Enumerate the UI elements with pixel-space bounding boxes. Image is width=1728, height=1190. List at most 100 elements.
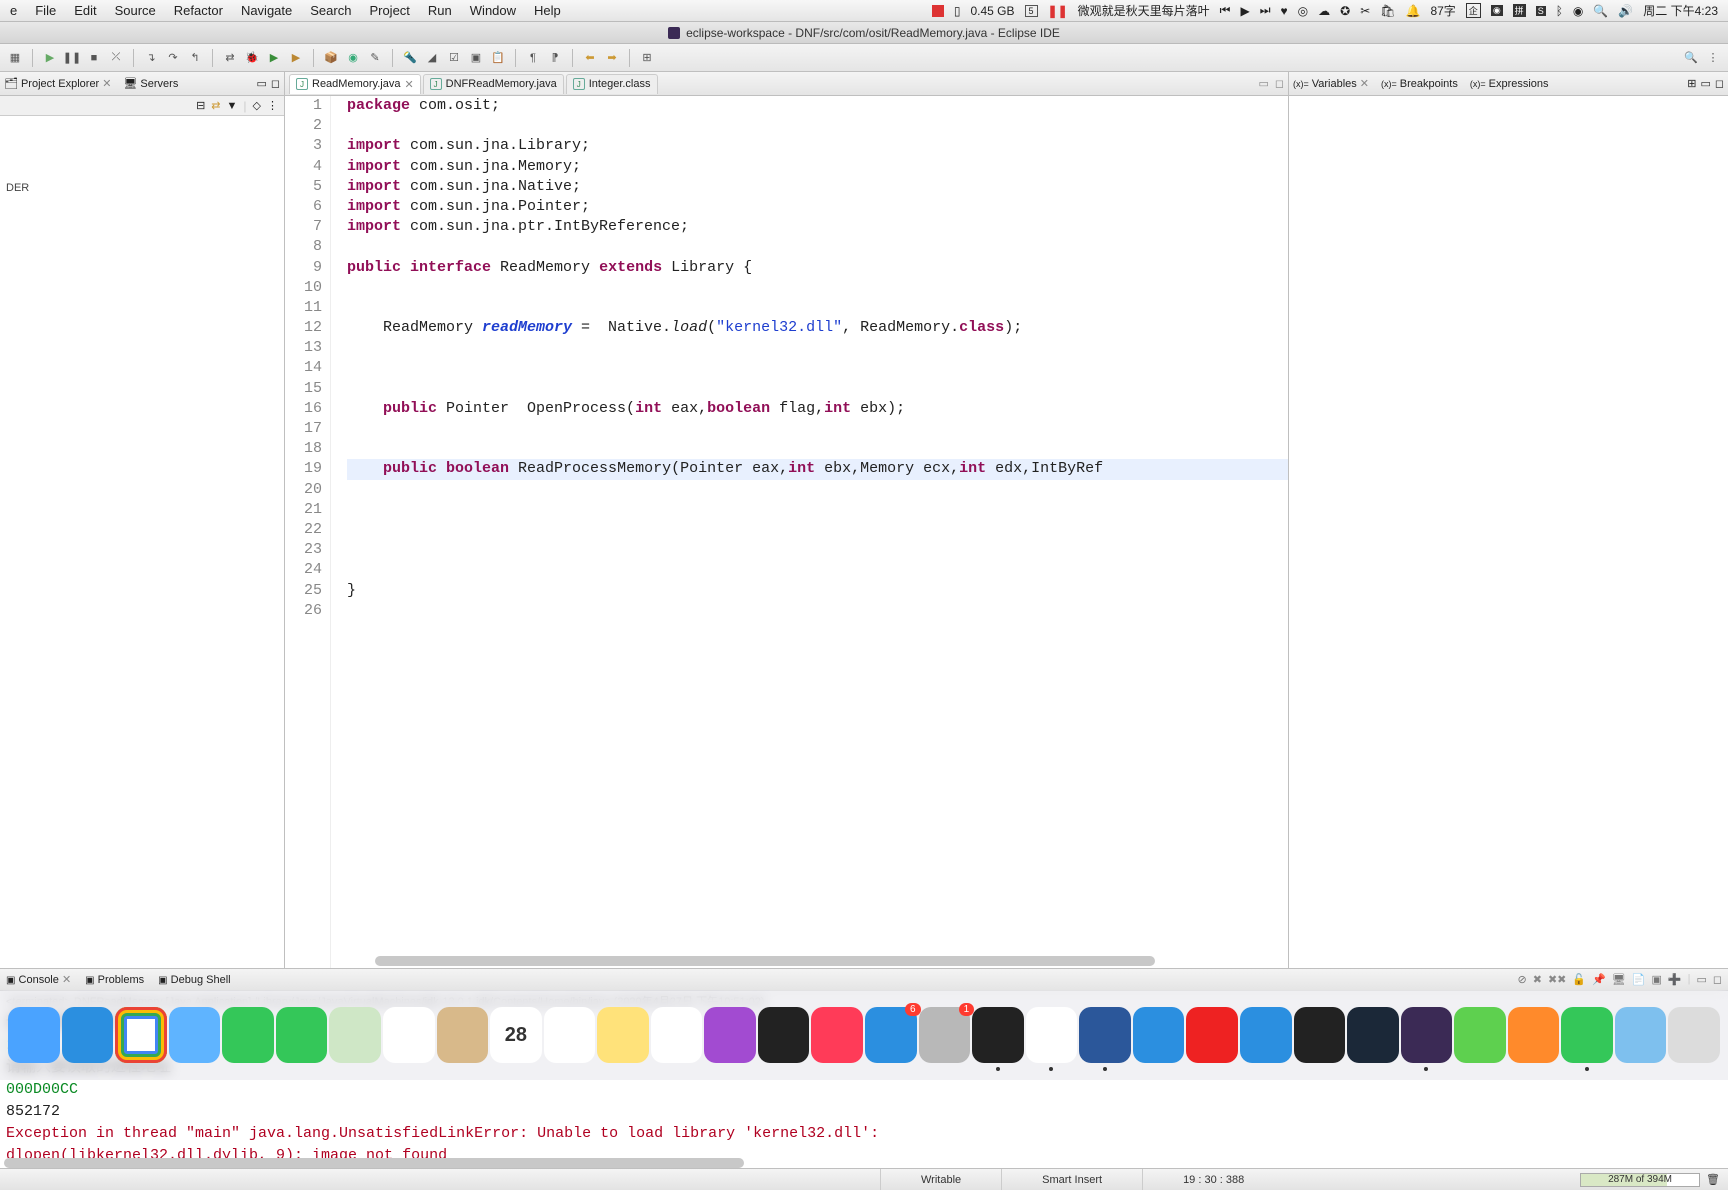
right-maximize-icon[interactable]: ◻ (1715, 77, 1724, 90)
source-text[interactable]: package com.osit; import com.sun.jna.Lib… (343, 96, 1288, 968)
dock-app-qq[interactable] (1026, 1007, 1078, 1063)
tb-coverage-icon[interactable]: ▶ (287, 49, 305, 67)
dock-app-settings[interactable]: 1 (919, 1007, 971, 1063)
dock-app-music[interactable] (651, 1007, 703, 1063)
tb-disconnect-icon[interactable]: ⤫ (107, 49, 125, 67)
console-hscrollbar[interactable] (0, 1158, 1728, 1168)
heart-icon[interactable]: ♥ (1281, 4, 1288, 18)
collapse-all-icon[interactable]: ⊟ (196, 99, 205, 112)
editor-minimize-icon[interactable]: ▭ (1258, 77, 1268, 90)
dock-app-facetime[interactable] (222, 1007, 274, 1063)
dock-app-safari[interactable] (62, 1007, 114, 1063)
servers-tab[interactable]: 🖥 Servers (123, 77, 178, 90)
dock-app-quicktime[interactable] (1294, 1007, 1346, 1063)
mac-menu-navigate[interactable]: Navigate (241, 3, 292, 18)
tb-back-icon[interactable]: ⬅ (581, 49, 599, 67)
dock-app-player[interactable] (1454, 1007, 1506, 1063)
mac-menu-refactor[interactable]: Refactor (174, 3, 223, 18)
tb-stepreturn-icon[interactable]: ↰ (186, 49, 204, 67)
dock-app-calendar[interactable]: 28 (490, 1007, 542, 1063)
mac-menu-e[interactable]: e (10, 3, 17, 18)
dock-app-steam[interactable] (1347, 1007, 1399, 1063)
cloud-icon[interactable]: ☁ (1318, 4, 1330, 18)
project-explorer-body[interactable]: DER (0, 116, 284, 968)
mac-menu-search[interactable]: Search (310, 3, 351, 18)
close-icon[interactable]: ✕ (62, 974, 71, 986)
status-icon-1[interactable]: 企 (1466, 3, 1481, 18)
dock-app-messages[interactable] (276, 1007, 328, 1063)
tb-suspend-icon[interactable]: ❚❚ (63, 49, 81, 67)
folder-item[interactable]: DER (6, 182, 278, 194)
bell-icon[interactable]: 🔔 (1405, 4, 1420, 18)
volume-icon[interactable]: 🔊 (1618, 4, 1633, 18)
bottom-tab-problems[interactable]: ▣ Problems (85, 974, 144, 986)
maximize-icon[interactable]: ◻ (271, 77, 280, 90)
dock-app-windows[interactable] (1133, 1007, 1185, 1063)
close-icon[interactable]: ✕ (404, 78, 413, 91)
bottom-tab-debug-shell[interactable]: ▣ Debug Shell (158, 974, 230, 986)
mac-menu-project[interactable]: Project (369, 3, 409, 18)
status-icon-3[interactable]: 拼 (1513, 4, 1526, 17)
editor-hscrollbar[interactable] (335, 956, 1276, 966)
console-open-icon[interactable]: 📄 (1632, 973, 1646, 986)
mac-menu-source[interactable]: Source (115, 3, 156, 18)
console-pin-icon[interactable]: 📌 (1592, 973, 1606, 986)
dock-app-netease[interactable] (1186, 1007, 1238, 1063)
editor-maximize-icon[interactable]: ◻ (1275, 77, 1284, 90)
dock-app-firefox[interactable] (1508, 1007, 1560, 1063)
editor-tab-DNFReadMemory-java[interactable]: JDNFReadMemory.java (423, 74, 564, 94)
console-removeall-icon[interactable]: ✖✖ (1548, 973, 1566, 986)
tb-clip-icon[interactable]: 📋 (489, 49, 507, 67)
wifi-icon[interactable]: ◉ (1573, 4, 1583, 18)
dock-app-word[interactable] (1079, 1007, 1131, 1063)
dock-app-news[interactable] (811, 1007, 863, 1063)
media-next-icon[interactable]: ⏭ (1260, 3, 1271, 18)
tool-icon[interactable]: ✂ (1360, 4, 1370, 18)
tb-newpkg-icon[interactable]: 📦 (322, 49, 340, 67)
tb-toggle-icon[interactable]: ⇄ (221, 49, 239, 67)
editor-tab-ReadMemory-java[interactable]: JReadMemory.java✕ (289, 74, 421, 94)
dock-app-reminders[interactable] (544, 1007, 596, 1063)
tb-stop-icon[interactable]: ■ (85, 49, 103, 67)
tb-highlight-icon[interactable]: ◢ (423, 49, 441, 67)
target-icon[interactable]: ◎ (1298, 4, 1308, 18)
bottom-minimize-icon[interactable]: ▭ (1696, 973, 1706, 986)
tb-new-icon[interactable]: ▦ (6, 49, 24, 67)
tb-stepover-icon[interactable]: ↷ (164, 49, 182, 67)
dock-app-finder[interactable] (8, 1007, 60, 1063)
tb-task-icon[interactable]: ☑ (445, 49, 463, 67)
link-editor-icon[interactable]: ⇄ (211, 99, 220, 112)
view-tab-expressions[interactable]: (x)= Expressions (1470, 78, 1549, 90)
dock-app-maps[interactable] (329, 1007, 381, 1063)
tb-debug-icon[interactable]: 🐞 (243, 49, 261, 67)
dock-app-eclipse[interactable] (1401, 1007, 1453, 1063)
tb-menu-icon[interactable]: ⋮ (1704, 49, 1722, 67)
view-tab-variables[interactable]: (x)= Variables ✕ (1293, 77, 1369, 90)
mac-menu-file[interactable]: File (35, 3, 56, 18)
dock-app-podcasts[interactable] (704, 1007, 756, 1063)
tb-resume-icon[interactable]: ▶ (41, 49, 59, 67)
variables-body[interactable] (1289, 96, 1728, 968)
bluetooth-icon[interactable]: ᛒ (1556, 4, 1563, 18)
mac-menu-run[interactable]: Run (428, 3, 452, 18)
dock-app-trash[interactable] (1668, 1007, 1720, 1063)
tb-fwd-icon[interactable]: ➡ (603, 49, 621, 67)
media-play-icon[interactable]: ▶ (1240, 4, 1249, 18)
console-scroll-icon[interactable]: 🔓 (1572, 973, 1586, 986)
console-display-icon[interactable]: 🖥 (1612, 973, 1626, 986)
dock-app-mail[interactable] (169, 1007, 221, 1063)
tb-quickaccess-icon[interactable]: 🔍 (1682, 49, 1700, 67)
console-remove-icon[interactable]: ✖ (1533, 973, 1542, 986)
close-icon[interactable]: ✕ (102, 77, 111, 90)
dock-app-notes[interactable] (597, 1007, 649, 1063)
gc-icon[interactable]: 🗑 (1706, 1173, 1720, 1186)
dock-app-folder[interactable] (1615, 1007, 1667, 1063)
bottom-tab-console[interactable]: ▣ Console ✕ (6, 973, 71, 986)
minimize-icon[interactable]: ▭ (256, 77, 266, 90)
dock-app-photos[interactable] (383, 1007, 435, 1063)
pause-icon[interactable]: ❚❚ (1048, 4, 1068, 18)
bag-icon[interactable]: 🛍 (1380, 4, 1395, 18)
editor-tab-Integer-class[interactable]: JInteger.class (566, 74, 658, 94)
dock-app-contacts[interactable] (437, 1007, 489, 1063)
project-explorer-tab[interactable]: 🗂 Project Explorer ✕ (4, 77, 111, 90)
